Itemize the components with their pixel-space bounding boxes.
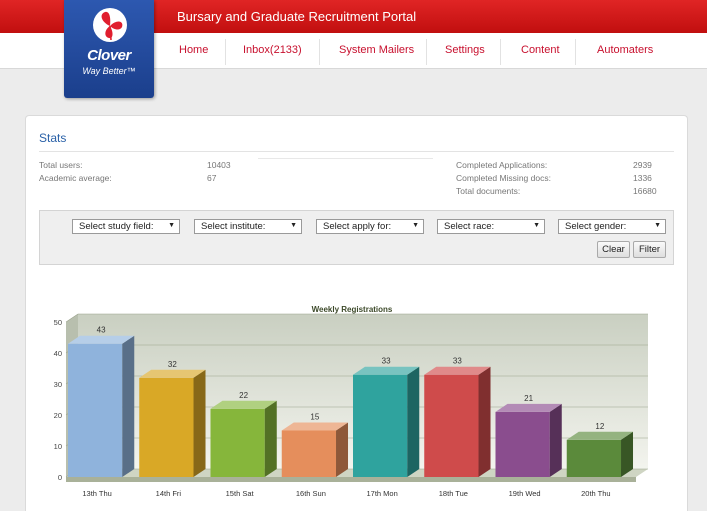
y-tick-label: 10 xyxy=(54,442,62,451)
bar-front xyxy=(353,374,408,477)
bar-front xyxy=(424,374,479,477)
bar-value-label: 32 xyxy=(168,360,177,369)
bar-front xyxy=(210,408,265,477)
x-tick-label: 13th Thu xyxy=(82,489,111,498)
x-tick-label: 16th Sun xyxy=(296,489,326,498)
x-tick-label: 18th Tue xyxy=(439,489,468,498)
x-tick-label: 14th Fri xyxy=(156,489,182,498)
bar-value-label: 15 xyxy=(310,413,319,422)
bar-side xyxy=(478,366,491,477)
bar-side xyxy=(549,403,562,477)
bar-front xyxy=(495,411,550,477)
bar-value-label: 43 xyxy=(97,326,106,335)
bar-value-label: 22 xyxy=(239,391,248,400)
y-tick-label: 40 xyxy=(54,349,62,358)
bar-side xyxy=(193,369,206,477)
bar-value-label: 33 xyxy=(453,357,462,366)
x-tick-label: 15th Sat xyxy=(226,489,255,498)
bar-side xyxy=(264,400,277,477)
bar-value-label: 12 xyxy=(595,422,604,431)
bar-value-label: 33 xyxy=(382,357,391,366)
x-tick-label: 17th Mon xyxy=(366,489,397,498)
bar-side xyxy=(407,366,420,477)
bar-front xyxy=(139,377,194,477)
chart-title: Weekly Registrations xyxy=(312,305,393,314)
plot-floor-edge xyxy=(66,477,636,482)
bar-front xyxy=(566,439,622,477)
bar-front xyxy=(281,430,337,477)
weekly-registrations-chart: Weekly Registrations 0 10 20 30 40 50 43 13th T… xyxy=(54,305,648,498)
x-tick-label: 20th Thu xyxy=(581,489,610,498)
y-tick-label: 0 xyxy=(58,473,62,482)
bar-front xyxy=(68,343,123,477)
bar-side xyxy=(122,335,135,477)
x-tick-label: 19th Wed xyxy=(509,489,541,498)
y-tick-label: 20 xyxy=(54,411,62,420)
bar-side xyxy=(336,422,349,477)
y-tick-label: 30 xyxy=(54,380,62,389)
y-tick-label: 50 xyxy=(54,318,62,327)
bar-value-label: 21 xyxy=(524,394,533,403)
